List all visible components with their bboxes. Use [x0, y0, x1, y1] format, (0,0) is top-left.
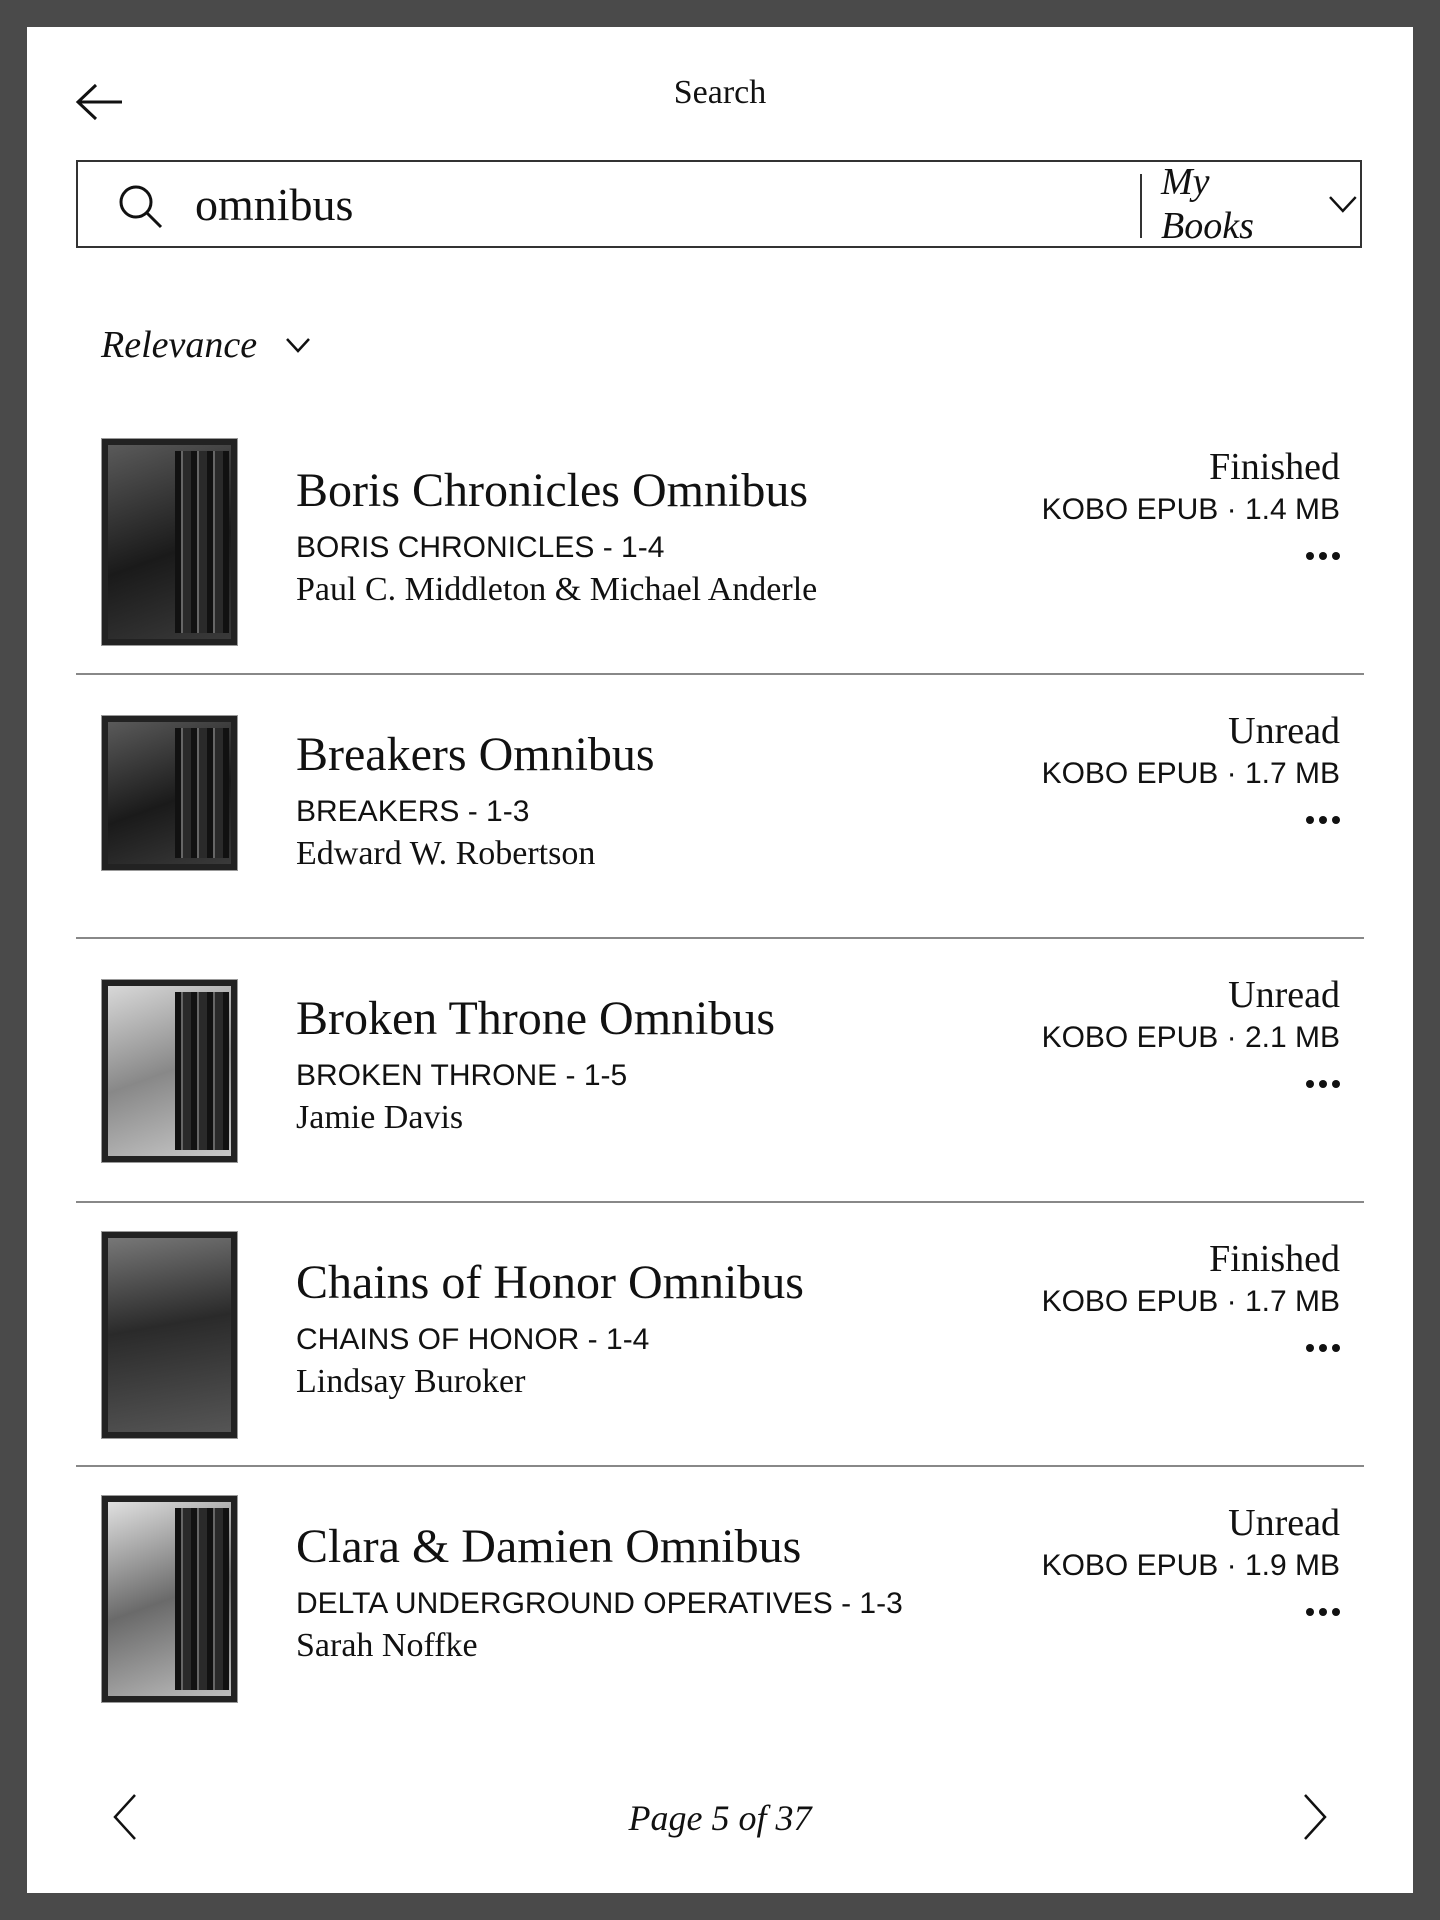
book-title[interactable]: Boris Chronicles Omnibus	[296, 463, 808, 518]
more-options-button[interactable]	[1290, 1597, 1340, 1627]
book-author: Paul C. Middleton & Michael Anderle	[296, 571, 818, 608]
list-item[interactable]: Broken Throne Omnibus BROKEN THRONE - 1-…	[76, 939, 1364, 1203]
book-cover[interactable]	[101, 438, 238, 646]
book-series: BREAKERS - 1-3	[296, 795, 530, 828]
book-series: DELTA UNDERGROUND OPERATIVES - 1-3	[296, 1587, 903, 1620]
book-title[interactable]: Breakers Omnibus	[296, 727, 655, 782]
book-series: CHAINS OF HONOR - 1-4	[296, 1323, 650, 1356]
chevron-down-icon	[286, 338, 311, 353]
book-title[interactable]: Clara & Damien Omnibus	[296, 1519, 801, 1574]
list-item[interactable]: Breakers Omnibus BREAKERS - 1-3 Edward W…	[76, 675, 1364, 939]
book-cover[interactable]	[101, 1495, 238, 1703]
file-format-size: KOBO EPUB · 2.1 MB	[1041, 1021, 1340, 1054]
chevron-right-icon	[1304, 1794, 1327, 1840]
page-indicator: Page 5 of 37	[628, 1798, 812, 1838]
list-item[interactable]: Chains of Honor Omnibus CHAINS OF HONOR …	[76, 1203, 1364, 1467]
more-options-button[interactable]	[1290, 805, 1340, 835]
book-title[interactable]: Chains of Honor Omnibus	[296, 1255, 804, 1310]
ellipsis-icon	[1306, 1080, 1340, 1088]
ellipsis-icon	[1306, 1344, 1340, 1352]
read-status: Finished	[1209, 1238, 1340, 1280]
list-item[interactable]: Boris Chronicles Omnibus BORIS CHRONICLE…	[76, 411, 1364, 675]
file-format-size: KOBO EPUB · 1.4 MB	[1041, 493, 1340, 526]
search-input[interactable]	[195, 172, 895, 236]
book-cover[interactable]	[101, 979, 238, 1163]
book-cover[interactable]	[101, 1231, 238, 1439]
pagination: Page 5 of 37	[27, 1787, 1413, 1847]
read-status: Unread	[1228, 710, 1340, 752]
next-page-button[interactable]	[1285, 1787, 1345, 1847]
book-author: Lindsay Buroker	[296, 1363, 526, 1400]
sort-label: Relevance	[101, 324, 258, 366]
list-item[interactable]: Clara & Damien Omnibus DELTA UNDERGROUND…	[76, 1467, 1364, 1731]
book-series: BROKEN THRONE - 1-5	[296, 1059, 628, 1092]
ellipsis-icon	[1306, 552, 1340, 560]
chevron-down-icon	[1329, 196, 1357, 213]
book-title[interactable]: Broken Throne Omnibus	[296, 991, 775, 1046]
search-scope-label: My Books	[1161, 161, 1254, 247]
search-screen: Search My Books Relevance Boris Chronicl…	[27, 27, 1413, 1893]
sort-dropdown[interactable]: Relevance	[101, 317, 311, 373]
file-format-size: KOBO EPUB · 1.9 MB	[1041, 1549, 1340, 1582]
page-title: Search	[673, 74, 767, 111]
scope-divider	[1140, 174, 1142, 238]
ellipsis-icon	[1306, 1608, 1340, 1616]
search-bar: My Books	[76, 160, 1362, 248]
book-author: Jamie Davis	[296, 1099, 464, 1136]
more-options-button[interactable]	[1290, 1333, 1340, 1363]
more-options-button[interactable]	[1290, 541, 1340, 571]
ellipsis-icon	[1306, 816, 1340, 824]
book-series: BORIS CHRONICLES - 1-4	[296, 531, 665, 564]
book-author: Sarah Noffke	[296, 1627, 478, 1664]
search-scope-dropdown[interactable]: My Books	[1153, 161, 1358, 247]
header: Search	[27, 27, 1413, 157]
more-options-button[interactable]	[1290, 1069, 1340, 1099]
file-format-size: KOBO EPUB · 1.7 MB	[1041, 1285, 1340, 1318]
results-list: Boris Chronicles Omnibus BORIS CHRONICLE…	[76, 411, 1364, 1731]
book-cover[interactable]	[101, 715, 238, 871]
file-format-size: KOBO EPUB · 1.7 MB	[1041, 757, 1340, 790]
search-icon	[119, 185, 163, 229]
book-author: Edward W. Robertson	[296, 835, 596, 872]
read-status: Unread	[1228, 1502, 1340, 1544]
read-status: Finished	[1209, 446, 1340, 488]
read-status: Unread	[1228, 974, 1340, 1016]
